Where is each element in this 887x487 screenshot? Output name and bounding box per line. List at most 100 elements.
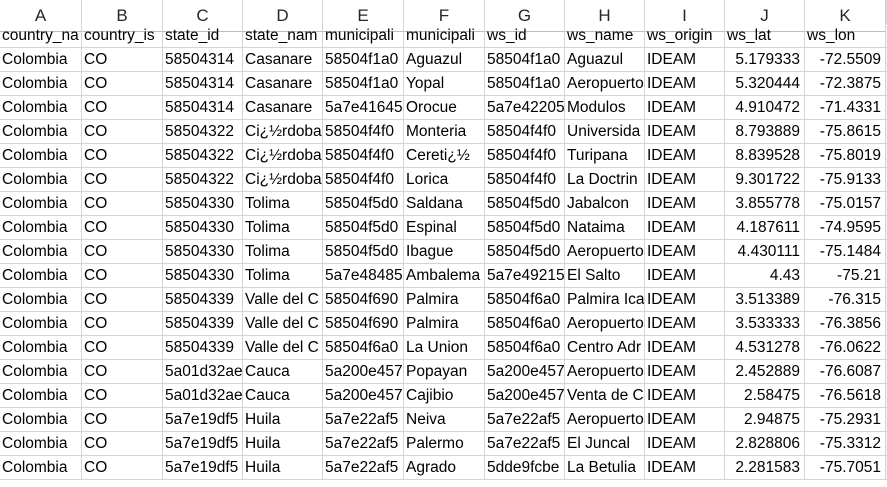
table-cell[interactable]: 58504330 bbox=[163, 264, 243, 288]
table-cell[interactable]: IDEAM bbox=[645, 408, 725, 432]
table-cell[interactable]: Aeropuerto bbox=[565, 312, 645, 336]
table-cell[interactable]: CO bbox=[82, 456, 163, 480]
table-cell[interactable]: 58504322 bbox=[163, 168, 243, 192]
table-cell[interactable]: 5a01d32ae bbox=[163, 360, 243, 384]
table-cell[interactable]: Neiva bbox=[404, 408, 485, 432]
table-cell[interactable]: CO bbox=[82, 216, 163, 240]
table-cell[interactable]: La Doctrin bbox=[565, 168, 645, 192]
table-cell[interactable]: 58504314 bbox=[163, 96, 243, 120]
table-cell[interactable]: 3.855778 bbox=[725, 192, 805, 216]
table-cell[interactable]: Modulos bbox=[565, 96, 645, 120]
table-cell[interactable]: El Juncal bbox=[565, 432, 645, 456]
table-cell[interactable]: 58504f690 bbox=[323, 288, 404, 312]
table-cell[interactable]: Colombia bbox=[0, 288, 82, 312]
table-cell[interactable]: -75.1484 bbox=[805, 240, 886, 264]
table-cell[interactable]: 5a7e19df5 bbox=[163, 432, 243, 456]
table-cell[interactable]: Cauca bbox=[243, 360, 323, 384]
table-cell[interactable]: Colombia bbox=[0, 48, 82, 72]
header-cell[interactable]: ws_id bbox=[485, 24, 565, 48]
table-cell[interactable]: IDEAM bbox=[645, 168, 725, 192]
table-cell[interactable]: Cajibio bbox=[404, 384, 485, 408]
header-cell[interactable]: ws_name bbox=[565, 24, 645, 48]
table-cell[interactable]: 5a200e457 bbox=[323, 360, 404, 384]
table-cell[interactable]: -75.8019 bbox=[805, 144, 886, 168]
table-cell[interactable]: IDEAM bbox=[645, 456, 725, 480]
table-cell[interactable]: Aguazul bbox=[404, 48, 485, 72]
table-cell[interactable]: Huila bbox=[243, 456, 323, 480]
table-cell[interactable]: Centro Adr bbox=[565, 336, 645, 360]
table-cell[interactable]: -76.6087 bbox=[805, 360, 886, 384]
table-cell[interactable]: 58504f4f0 bbox=[485, 120, 565, 144]
table-cell[interactable]: 58504f6a0 bbox=[485, 288, 565, 312]
table-cell[interactable]: 58504314 bbox=[163, 48, 243, 72]
table-cell[interactable]: CO bbox=[82, 312, 163, 336]
table-cell[interactable]: 58504322 bbox=[163, 144, 243, 168]
table-cell[interactable]: Aeropuerto bbox=[565, 408, 645, 432]
table-cell[interactable]: CO bbox=[82, 240, 163, 264]
table-cell[interactable]: 58504f5d0 bbox=[485, 192, 565, 216]
table-cell[interactable]: CO bbox=[82, 264, 163, 288]
table-cell[interactable]: 58504330 bbox=[163, 216, 243, 240]
table-cell[interactable]: CO bbox=[82, 408, 163, 432]
table-cell[interactable]: 4.910472 bbox=[725, 96, 805, 120]
table-cell[interactable]: IDEAM bbox=[645, 120, 725, 144]
table-cell[interactable]: 5.179333 bbox=[725, 48, 805, 72]
table-cell[interactable]: 4.531278 bbox=[725, 336, 805, 360]
table-cell[interactable]: 58504f4f0 bbox=[485, 168, 565, 192]
table-cell[interactable]: -75.0157 bbox=[805, 192, 886, 216]
table-cell[interactable]: Valle del C bbox=[243, 336, 323, 360]
table-cell[interactable]: CO bbox=[82, 48, 163, 72]
table-cell[interactable]: CO bbox=[82, 288, 163, 312]
table-cell[interactable]: 58504f5d0 bbox=[323, 192, 404, 216]
table-cell[interactable]: -76.5618 bbox=[805, 384, 886, 408]
table-cell[interactable]: Ci¿½rdoba bbox=[243, 120, 323, 144]
table-cell[interactable]: IDEAM bbox=[645, 360, 725, 384]
table-cell[interactable]: 5dde9fcbe bbox=[485, 456, 565, 480]
table-cell[interactable]: Ci¿½rdoba bbox=[243, 144, 323, 168]
table-cell[interactable]: 58504f1a0 bbox=[323, 48, 404, 72]
table-cell[interactable]: -75.7051 bbox=[805, 456, 886, 480]
table-cell[interactable]: IDEAM bbox=[645, 264, 725, 288]
table-cell[interactable]: Jabalcon bbox=[565, 192, 645, 216]
table-cell[interactable]: Colombia bbox=[0, 120, 82, 144]
table-cell[interactable]: 58504f1a0 bbox=[485, 48, 565, 72]
table-cell[interactable]: 58504f6a0 bbox=[323, 336, 404, 360]
table-cell[interactable]: Ci¿½rdoba bbox=[243, 168, 323, 192]
table-cell[interactable]: CO bbox=[82, 144, 163, 168]
table-cell[interactable]: IDEAM bbox=[645, 192, 725, 216]
table-cell[interactable]: La Betulia bbox=[565, 456, 645, 480]
table-cell[interactable]: -74.9595 bbox=[805, 216, 886, 240]
table-cell[interactable]: -71.4331 bbox=[805, 96, 886, 120]
header-cell[interactable]: state_nam bbox=[243, 24, 323, 48]
table-cell[interactable]: Palmira bbox=[404, 288, 485, 312]
table-cell[interactable]: 58504f4f0 bbox=[323, 120, 404, 144]
table-cell[interactable]: 58504f1a0 bbox=[485, 72, 565, 96]
header-cell[interactable]: ws_lat bbox=[725, 24, 805, 48]
table-cell[interactable]: Palmira bbox=[404, 312, 485, 336]
table-cell[interactable]: Orocue bbox=[404, 96, 485, 120]
table-cell[interactable]: Colombia bbox=[0, 312, 82, 336]
table-cell[interactable]: 3.513389 bbox=[725, 288, 805, 312]
table-cell[interactable]: -75.9133 bbox=[805, 168, 886, 192]
table-cell[interactable]: 4.187611 bbox=[725, 216, 805, 240]
table-cell[interactable]: Casanare bbox=[243, 96, 323, 120]
table-cell[interactable]: 58504f6a0 bbox=[485, 312, 565, 336]
table-cell[interactable]: 58504f4f0 bbox=[323, 168, 404, 192]
table-cell[interactable]: Colombia bbox=[0, 264, 82, 288]
table-cell[interactable]: 58504f5d0 bbox=[323, 216, 404, 240]
table-cell[interactable]: Colombia bbox=[0, 216, 82, 240]
table-cell[interactable]: Colombia bbox=[0, 72, 82, 96]
table-cell[interactable]: CO bbox=[82, 120, 163, 144]
table-cell[interactable]: Tolima bbox=[243, 216, 323, 240]
table-cell[interactable]: Nataima bbox=[565, 216, 645, 240]
header-cell[interactable]: municipali bbox=[323, 24, 404, 48]
table-cell[interactable]: 58504f4f0 bbox=[323, 144, 404, 168]
table-cell[interactable]: CO bbox=[82, 192, 163, 216]
table-cell[interactable]: Colombia bbox=[0, 456, 82, 480]
table-cell[interactable]: 58504339 bbox=[163, 336, 243, 360]
table-cell[interactable]: 58504330 bbox=[163, 240, 243, 264]
table-cell[interactable]: CO bbox=[82, 384, 163, 408]
table-cell[interactable]: Cereti¿½ bbox=[404, 144, 485, 168]
table-cell[interactable]: -72.5509 bbox=[805, 48, 886, 72]
table-cell[interactable]: IDEAM bbox=[645, 288, 725, 312]
